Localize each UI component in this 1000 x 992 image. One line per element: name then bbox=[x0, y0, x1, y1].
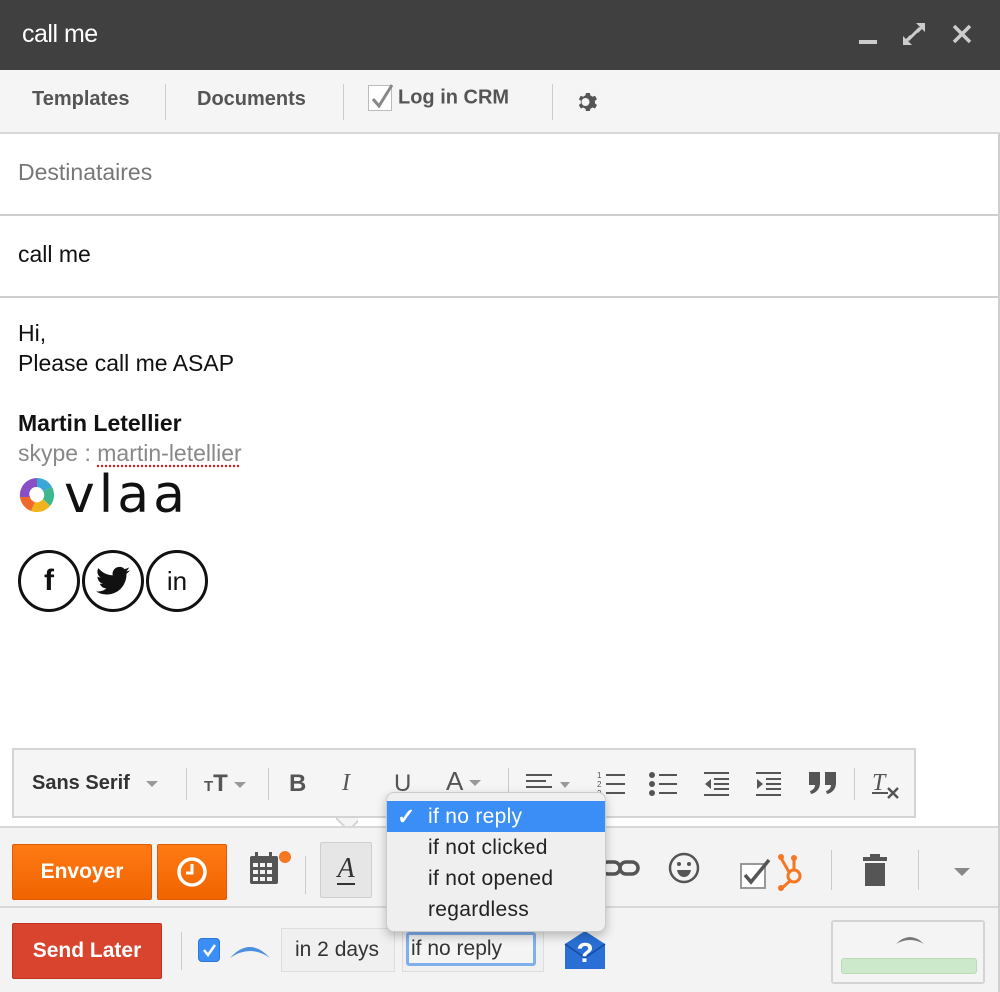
vlaa-logo: vlaa bbox=[18, 465, 242, 525]
window-title: call me bbox=[22, 20, 98, 48]
divider bbox=[165, 84, 166, 120]
divider bbox=[854, 768, 855, 800]
compose-window: call me Templates Documents Log in CRM D… bbox=[0, 0, 1000, 992]
delay-select[interactable]: in 2 days bbox=[281, 928, 395, 972]
title-bar: call me bbox=[0, 0, 1000, 70]
divider bbox=[343, 84, 344, 120]
bold-icon[interactable]: B bbox=[289, 770, 306, 798]
vlaa-logo-text: vlaa bbox=[64, 465, 189, 525]
expand-icon[interactable] bbox=[898, 18, 930, 50]
divider bbox=[918, 850, 919, 890]
boomerang-icon bbox=[228, 938, 272, 967]
message-body[interactable]: Hi, Please call me ASAP Martin Letellier… bbox=[18, 318, 242, 612]
calendar-icon[interactable] bbox=[248, 850, 294, 893]
hubspot-icon[interactable] bbox=[776, 852, 810, 897]
condition-select[interactable]: if no reply bbox=[402, 928, 544, 972]
gear-icon[interactable] bbox=[576, 90, 600, 114]
font-family-select[interactable]: Sans Serif bbox=[32, 772, 158, 795]
font-size-icon[interactable]: TT bbox=[204, 770, 246, 798]
subject-value: call me bbox=[18, 241, 91, 267]
log-in-crm-toggle[interactable]: Log in CRM bbox=[368, 84, 510, 111]
vlaa-logo-icon bbox=[19, 477, 55, 513]
indent-less-icon[interactable] bbox=[702, 770, 730, 803]
remove-formatting-icon[interactable]: T bbox=[870, 768, 904, 805]
status-progress-bar bbox=[841, 958, 977, 974]
chevron-down-icon bbox=[469, 780, 482, 787]
crm-task-checkbox-icon[interactable] bbox=[738, 856, 772, 895]
top-toolbar: Templates Documents Log in CRM bbox=[0, 70, 1000, 134]
dropdown-option-regardless[interactable]: regardless bbox=[387, 894, 605, 925]
signature-name: Martin Letellier bbox=[18, 410, 182, 436]
divider bbox=[831, 850, 832, 890]
clock-icon bbox=[177, 857, 207, 887]
svg-text:2: 2 bbox=[597, 780, 602, 789]
bulleted-list-icon[interactable] bbox=[648, 770, 678, 803]
signature-skype: skype : martin-letellier bbox=[18, 438, 242, 468]
dropdown-option-if-not-clicked[interactable]: if not clicked bbox=[387, 832, 605, 863]
boomerang-status-panel[interactable] bbox=[831, 920, 985, 984]
minimize-icon[interactable] bbox=[852, 18, 884, 50]
divider bbox=[186, 768, 187, 800]
dropdown-option-if-not-opened[interactable]: if not opened bbox=[387, 863, 605, 894]
italic-icon[interactable]: I bbox=[342, 770, 350, 797]
condition-value: if no reply bbox=[406, 932, 536, 966]
dropdown-option-if-no-reply[interactable]: ✓ if no reply bbox=[387, 801, 605, 832]
divider bbox=[268, 768, 269, 800]
close-icon[interactable] bbox=[946, 18, 978, 50]
quote-icon[interactable] bbox=[808, 770, 838, 801]
more-options-icon[interactable] bbox=[954, 868, 970, 876]
svg-text:1: 1 bbox=[597, 771, 602, 780]
social-links: f in bbox=[18, 550, 242, 612]
condition-dropdown-menu: ✓ if no reply if not clicked if not opene… bbox=[386, 792, 606, 932]
svg-text:?: ? bbox=[576, 937, 593, 968]
log-in-crm-label: Log in CRM bbox=[398, 86, 510, 109]
divider bbox=[552, 84, 553, 120]
divider bbox=[181, 932, 182, 970]
check-icon: ✓ bbox=[397, 804, 416, 829]
trash-icon[interactable] bbox=[862, 854, 888, 891]
linkedin-icon[interactable]: in bbox=[146, 550, 208, 612]
send-later-button[interactable]: Send Later bbox=[12, 923, 162, 979]
subject-field[interactable]: call me bbox=[0, 216, 998, 298]
greeting-text: Hi, bbox=[18, 320, 47, 346]
log-in-crm-checkbox[interactable] bbox=[368, 84, 394, 111]
recipients-field[interactable]: Destinataires bbox=[0, 134, 998, 216]
indent-more-icon[interactable] bbox=[754, 770, 782, 803]
chevron-down-icon bbox=[233, 781, 246, 788]
check-icon bbox=[203, 944, 217, 958]
recipients-placeholder: Destinataires bbox=[18, 159, 153, 185]
schedule-send-button[interactable] bbox=[157, 844, 227, 900]
send-button[interactable]: Envoyer bbox=[12, 844, 152, 900]
emoji-icon[interactable] bbox=[668, 852, 700, 889]
formatting-toggle-button[interactable]: A bbox=[320, 842, 372, 898]
divider bbox=[305, 856, 306, 894]
twitter-icon[interactable] bbox=[82, 550, 144, 612]
facebook-icon[interactable]: f bbox=[18, 550, 80, 612]
message-text: Please call me ASAP bbox=[18, 350, 235, 376]
skype-label: skype : bbox=[18, 440, 98, 466]
documents-button[interactable]: Documents bbox=[197, 88, 306, 111]
link-icon[interactable] bbox=[600, 858, 640, 883]
help-icon[interactable]: ? bbox=[563, 930, 607, 975]
skype-handle: martin-letellier bbox=[97, 440, 242, 466]
templates-button[interactable]: Templates bbox=[32, 88, 129, 111]
chevron-down-icon bbox=[145, 780, 158, 787]
followup-checkbox[interactable] bbox=[198, 938, 220, 962]
boomerang-icon bbox=[896, 937, 924, 944]
